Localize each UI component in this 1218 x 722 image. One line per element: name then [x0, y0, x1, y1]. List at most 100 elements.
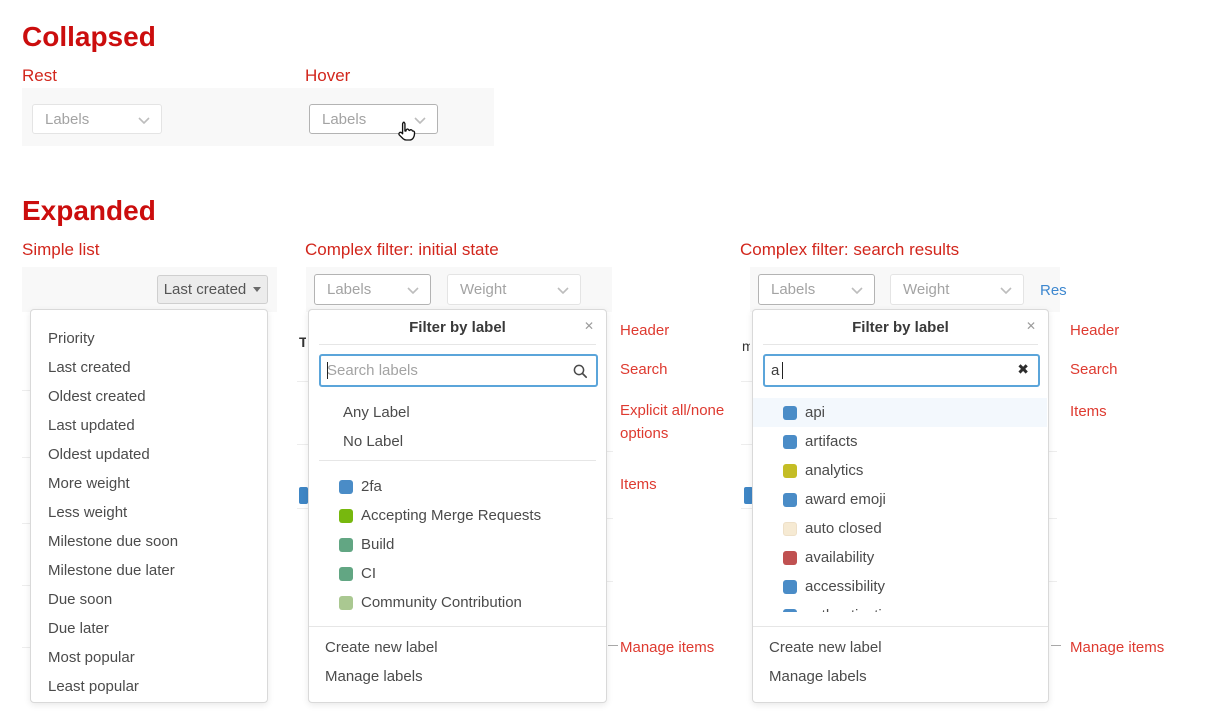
menu-item-text: Milestone due later [48, 562, 175, 579]
bg-divider [22, 523, 30, 524]
label-item[interactable]: CI [309, 559, 605, 588]
annotation-search: Search [620, 358, 668, 381]
divider [763, 344, 1038, 345]
menu-item-text: Most popular [48, 649, 135, 666]
filter-by-label-panel-initial: Filter by label ✕ Any Label No Label 2fa… [308, 309, 607, 703]
label-item[interactable]: availability [753, 543, 1047, 572]
clear-search-icon[interactable]: ✖ [1017, 361, 1029, 378]
menu-item[interactable]: Due soon [31, 585, 266, 614]
section-title-expanded: Expanded [22, 196, 156, 226]
state-label-hover: Hover [305, 66, 350, 86]
labels-dropdown-rest[interactable]: Labels [32, 104, 162, 134]
menu-item[interactable]: Oldest updated [31, 440, 266, 469]
label-item-text: Community Contribution [361, 594, 522, 611]
text-caret [327, 362, 328, 379]
bg-divider [297, 508, 308, 509]
label-item[interactable]: 2fa [309, 472, 605, 501]
label-item-text: award emoji [805, 491, 886, 508]
menu-item-no-label[interactable]: No Label [309, 427, 605, 456]
label-item-text: Accepting Merge Requests [361, 507, 541, 524]
label-item-text: analytics [805, 462, 863, 479]
manage-labels-link[interactable]: Manage labels [753, 662, 1047, 691]
menu-item-any-label[interactable]: Any Label [309, 398, 605, 427]
filter-by-label-panel-search: Filter by label ✕ ✖ api artifacts analyt… [752, 309, 1049, 703]
bg-divider [22, 647, 30, 648]
weight-dropdown[interactable]: Weight [890, 274, 1024, 305]
menu-item[interactable]: Oldest created [31, 382, 266, 411]
sort-dropdown-button[interactable]: Last created [157, 275, 268, 304]
caret-down-icon [253, 287, 261, 292]
menu-item[interactable]: More weight [31, 469, 266, 498]
labels-dropdown-rest-text: Labels [45, 111, 89, 128]
annotation-explicit-options: Explicit all/none options [620, 399, 760, 445]
weight-dropdown[interactable]: Weight [447, 274, 581, 305]
annotation-items: Items [1070, 400, 1107, 423]
label-item[interactable]: analytics [753, 456, 1047, 485]
menu-item-text: Any Label [343, 404, 410, 421]
label-item-text: 2fa [361, 478, 382, 495]
bg-divider [297, 381, 308, 382]
label-color-swatch [339, 509, 353, 523]
label-item-text: accessibility [805, 578, 885, 595]
label-color-swatch [339, 538, 353, 552]
label-item[interactable]: accessibility [753, 572, 1047, 601]
label-item[interactable]: Community Contribution [309, 588, 605, 617]
footer-link-text: Create new label [769, 639, 882, 656]
menu-item[interactable]: Priority [31, 324, 266, 353]
chevron-down-icon [1000, 281, 1012, 298]
labels-dropdown-open[interactable]: Labels [758, 274, 875, 305]
bg-divider [22, 585, 30, 586]
label-color-swatch [783, 493, 797, 507]
create-new-label-link[interactable]: Create new label [309, 633, 605, 662]
bg-divider [607, 518, 613, 519]
annotation-search: Search [1070, 358, 1118, 381]
manage-labels-link[interactable]: Manage labels [309, 662, 605, 691]
annotation-manage-items: Manage items [620, 636, 714, 659]
label-color-swatch [339, 567, 353, 581]
chevron-down-icon [407, 281, 419, 298]
label-item[interactable]: Build [309, 530, 605, 559]
labels-dropdown-open[interactable]: Labels [314, 274, 431, 305]
reset-link[interactable]: Res [1040, 282, 1067, 299]
bg-divider [1049, 518, 1057, 519]
text-caret [782, 362, 783, 379]
menu-item[interactable]: Most popular [31, 643, 266, 672]
menu-item[interactable]: Less weight [31, 498, 266, 527]
annotation-manage-items: Manage items [1070, 636, 1164, 659]
close-icon[interactable]: ✕ [1026, 319, 1036, 333]
menu-item-text: No Label [343, 433, 403, 450]
menu-item[interactable]: Last updated [31, 411, 266, 440]
menu-item[interactable]: Milestone due soon [31, 527, 266, 556]
bg-divider [22, 390, 30, 391]
label-item[interactable]: Accepting Merge Requests [309, 501, 605, 530]
label-item[interactable]: artifacts [753, 427, 1047, 456]
menu-item-text: More weight [48, 475, 130, 492]
label-search-field[interactable]: ✖ [763, 354, 1040, 387]
bg-divider [1049, 581, 1057, 582]
footer-link-text: Manage labels [769, 668, 867, 685]
menu-item-text: Due soon [48, 591, 112, 608]
label-search-input[interactable] [327, 356, 570, 385]
annotation-header: Header [1070, 319, 1119, 342]
divider [319, 460, 596, 461]
close-icon[interactable]: ✕ [584, 319, 594, 333]
menu-item-text: Oldest updated [48, 446, 150, 463]
label-search-input[interactable] [771, 356, 1012, 385]
label-item-text: auto closed [805, 520, 882, 537]
label-color-swatch [783, 609, 797, 613]
label-item-text: artifacts [805, 433, 858, 450]
menu-item[interactable]: Due later [31, 614, 266, 643]
menu-item[interactable]: Last created [31, 353, 266, 382]
chevron-down-icon [557, 281, 569, 298]
simple-list-dropdown-panel: Priority Last created Oldest created Las… [30, 309, 268, 703]
menu-item[interactable]: Least popular [31, 672, 266, 701]
bg-divider [741, 381, 752, 382]
label-item-highlighted[interactable]: api [753, 398, 1047, 427]
label-item[interactable]: auto closed [753, 514, 1047, 543]
menu-item[interactable]: Milestone due later [31, 556, 266, 585]
label-search-field[interactable] [319, 354, 598, 387]
label-item[interactable]: award emoji [753, 485, 1047, 514]
create-new-label-link[interactable]: Create new label [753, 633, 1047, 662]
label-color-swatch [339, 596, 353, 610]
label-item-clipped[interactable]: authentication [753, 601, 1046, 612]
